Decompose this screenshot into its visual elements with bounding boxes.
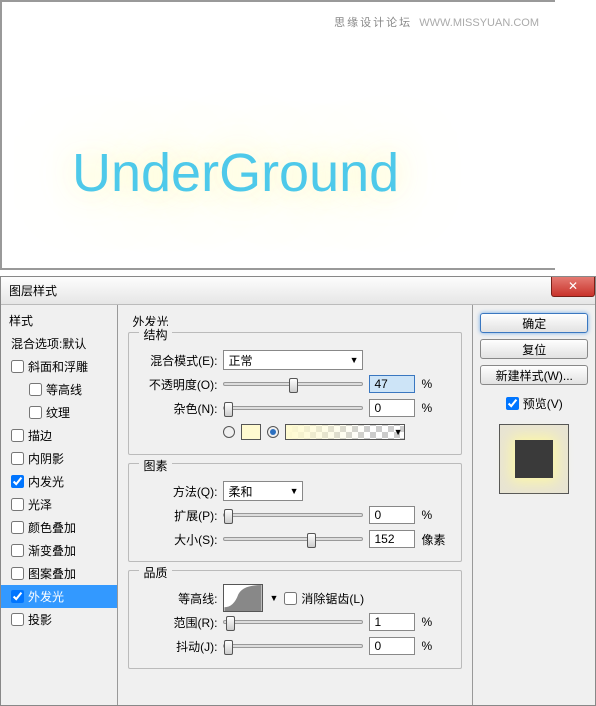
- style-checkbox[interactable]: [11, 544, 24, 557]
- style-checkbox[interactable]: [11, 590, 24, 603]
- opacity-input[interactable]: [369, 375, 415, 393]
- jitter-label: 抖动(J):: [139, 638, 217, 655]
- elements-group: 图素 方法(Q): 柔和 ▼ 扩展(P): %: [128, 463, 462, 562]
- chevron-down-icon: ▼: [290, 486, 299, 496]
- style-item-5[interactable]: 内发光: [1, 470, 117, 493]
- opacity-slider[interactable]: [223, 382, 363, 386]
- style-label: 描边: [28, 427, 52, 444]
- jitter-input[interactable]: [369, 637, 415, 655]
- style-checkbox[interactable]: [11, 498, 24, 511]
- contour-label: 等高线:: [139, 590, 217, 607]
- blending-options-default[interactable]: 混合选项:默认: [1, 332, 117, 355]
- style-item-10[interactable]: 外发光: [1, 585, 117, 608]
- style-checkbox[interactable]: [11, 429, 24, 442]
- close-button[interactable]: ✕: [551, 277, 595, 297]
- color-swatch[interactable]: [241, 424, 261, 440]
- preview-label: 预览(V): [523, 395, 563, 412]
- style-item-9[interactable]: 图案叠加: [1, 562, 117, 585]
- style-label: 投影: [28, 611, 52, 628]
- new-style-button[interactable]: 新建样式(W)...: [480, 365, 588, 385]
- jitter-slider[interactable]: [223, 644, 363, 648]
- document-preview: 思缘设计论坛 WWW.MISSYUAN.COM UnderGround: [0, 0, 555, 270]
- blend-mode-select[interactable]: 正常 ▼: [223, 350, 363, 370]
- style-label: 颜色叠加: [28, 519, 76, 536]
- style-checkbox[interactable]: [11, 613, 24, 626]
- ok-button[interactable]: 确定: [480, 313, 588, 333]
- chevron-down-icon: ▼: [394, 427, 403, 437]
- style-item-7[interactable]: 颜色叠加: [1, 516, 117, 539]
- noise-slider[interactable]: [223, 406, 363, 410]
- chevron-down-icon[interactable]: ▼: [269, 593, 278, 603]
- contour-picker[interactable]: [223, 584, 263, 612]
- panel-title: 外发光: [128, 313, 462, 330]
- style-item-4[interactable]: 内阴影: [1, 447, 117, 470]
- size-input[interactable]: [369, 530, 415, 548]
- style-label: 等高线: [46, 381, 82, 398]
- style-item-3[interactable]: 描边: [1, 424, 117, 447]
- preview-checkbox[interactable]: [506, 397, 519, 410]
- style-checkbox[interactable]: [11, 452, 24, 465]
- chevron-down-icon: ▼: [350, 355, 359, 365]
- style-checkbox[interactable]: [11, 475, 24, 488]
- spread-input[interactable]: [369, 506, 415, 524]
- style-label: 光泽: [28, 496, 52, 513]
- range-label: 范围(R):: [139, 614, 217, 631]
- structure-group: 结构 混合模式(E): 正常 ▼ 不透明度(O): %: [128, 332, 462, 455]
- quality-legend: 品质: [139, 564, 171, 581]
- style-item-8[interactable]: 渐变叠加: [1, 539, 117, 562]
- size-slider[interactable]: [223, 537, 363, 541]
- style-label: 内发光: [28, 473, 64, 490]
- range-input[interactable]: [369, 613, 415, 631]
- style-checkbox[interactable]: [29, 406, 42, 419]
- style-checkbox[interactable]: [29, 383, 42, 396]
- style-label: 外发光: [28, 588, 64, 605]
- demo-text: UnderGround: [72, 142, 399, 204]
- structure-legend: 结构: [139, 326, 171, 343]
- spread-slider[interactable]: [223, 513, 363, 517]
- watermark-text: 思缘设计论坛: [334, 17, 412, 29]
- style-label: 内阴影: [28, 450, 64, 467]
- style-item-2[interactable]: 纹理: [1, 401, 117, 424]
- styles-header[interactable]: 样式: [1, 309, 117, 332]
- style-item-11[interactable]: 投影: [1, 608, 117, 631]
- opacity-label: 不透明度(O):: [139, 376, 217, 393]
- layer-style-dialog: 图层样式 ✕ 样式 混合选项:默认 斜面和浮雕等高线纹理描边内阴影内发光光泽颜色…: [0, 276, 596, 706]
- watermark: 思缘设计论坛 WWW.MISSYUAN.COM: [334, 14, 539, 30]
- noise-input[interactable]: [369, 399, 415, 417]
- technique-label: 方法(Q):: [139, 483, 217, 500]
- style-checkbox[interactable]: [11, 360, 24, 373]
- style-item-0[interactable]: 斜面和浮雕: [1, 355, 117, 378]
- blend-mode-label: 混合模式(E):: [139, 352, 217, 369]
- reset-button[interactable]: 复位: [480, 339, 588, 359]
- options-panel: 外发光 结构 混合模式(E): 正常 ▼ 不透明度(O):: [118, 305, 473, 705]
- antialias-label: 消除锯齿(L): [301, 590, 364, 607]
- size-label: 大小(S):: [139, 531, 217, 548]
- gradient-radio[interactable]: [267, 426, 279, 438]
- style-label: 斜面和浮雕: [28, 358, 88, 375]
- style-label: 纹理: [46, 404, 70, 421]
- styles-panel: 样式 混合选项:默认 斜面和浮雕等高线纹理描边内阴影内发光光泽颜色叠加渐变叠加图…: [1, 305, 118, 705]
- style-item-1[interactable]: 等高线: [1, 378, 117, 401]
- style-checkbox[interactable]: [11, 521, 24, 534]
- spread-label: 扩展(P):: [139, 507, 217, 524]
- gradient-swatch[interactable]: ▼: [285, 424, 405, 440]
- style-label: 渐变叠加: [28, 542, 76, 559]
- titlebar[interactable]: 图层样式 ✕: [1, 277, 595, 305]
- watermark-url: WWW.MISSYUAN.COM: [419, 17, 539, 29]
- quality-group: 品质 等高线: ▼ 消除锯齿(L) 范围(R):: [128, 570, 462, 669]
- preview-thumbnail: [499, 424, 569, 494]
- dialog-title: 图层样式: [9, 282, 57, 299]
- elements-legend: 图素: [139, 457, 171, 474]
- style-checkbox[interactable]: [11, 567, 24, 580]
- action-panel: 确定 复位 新建样式(W)... 预览(V): [473, 305, 595, 705]
- antialias-checkbox[interactable]: [284, 592, 297, 605]
- style-label: 图案叠加: [28, 565, 76, 582]
- style-item-6[interactable]: 光泽: [1, 493, 117, 516]
- noise-label: 杂色(N):: [139, 400, 217, 417]
- color-radio[interactable]: [223, 426, 235, 438]
- technique-select[interactable]: 柔和 ▼: [223, 481, 303, 501]
- range-slider[interactable]: [223, 620, 363, 624]
